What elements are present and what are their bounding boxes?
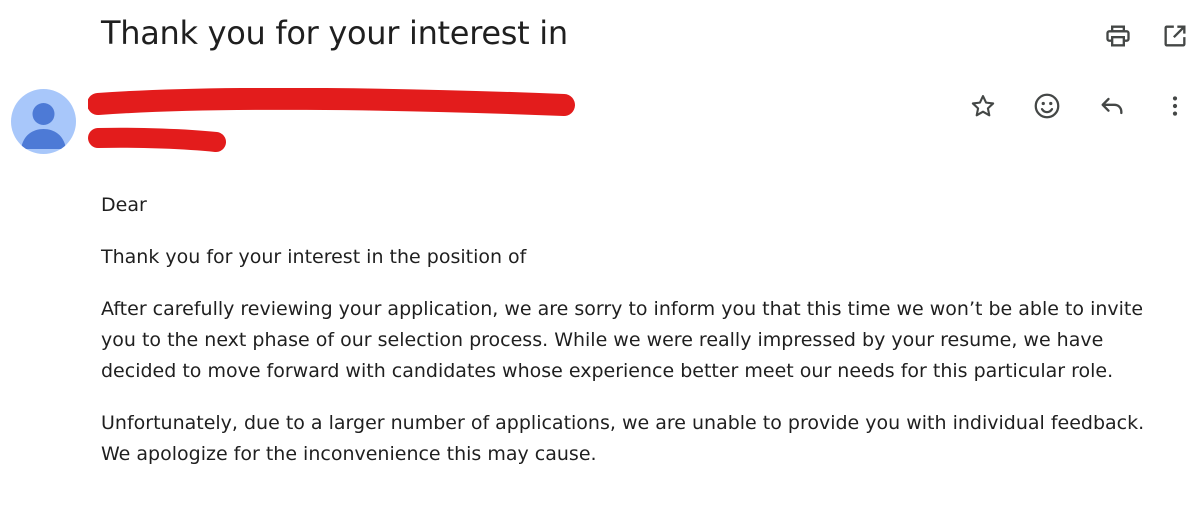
- body-paragraph-3: Unfortunately, due to a larger number of…: [101, 412, 1145, 465]
- body-paragraph-1: Thank you for your interest in the posit…: [101, 246, 527, 268]
- more-vert-icon: [1161, 92, 1189, 120]
- printer-icon: [1104, 22, 1132, 50]
- body-paragraph-2: After carefully reviewing your applicati…: [101, 298, 1144, 382]
- more-options-button[interactable]: [1155, 86, 1195, 126]
- greeting: Dear: [101, 194, 147, 216]
- open-in-new-icon: [1161, 22, 1189, 50]
- sender-avatar[interactable]: [11, 89, 76, 154]
- reply-icon: [1098, 92, 1126, 120]
- add-reaction-button[interactable]: [1027, 86, 1067, 126]
- open-in-new-window-button[interactable]: [1155, 16, 1195, 56]
- print-button[interactable]: [1098, 16, 1138, 56]
- redacted-sender-name: [87, 87, 578, 128]
- star-button[interactable]: [963, 86, 1003, 126]
- star-icon: [969, 92, 997, 120]
- redacted-sender-email: [88, 126, 233, 160]
- reply-button[interactable]: [1092, 86, 1132, 126]
- email-subject: Thank you for your interest in: [101, 14, 568, 52]
- emoji-icon: [1032, 91, 1062, 121]
- person-icon: [11, 103, 76, 154]
